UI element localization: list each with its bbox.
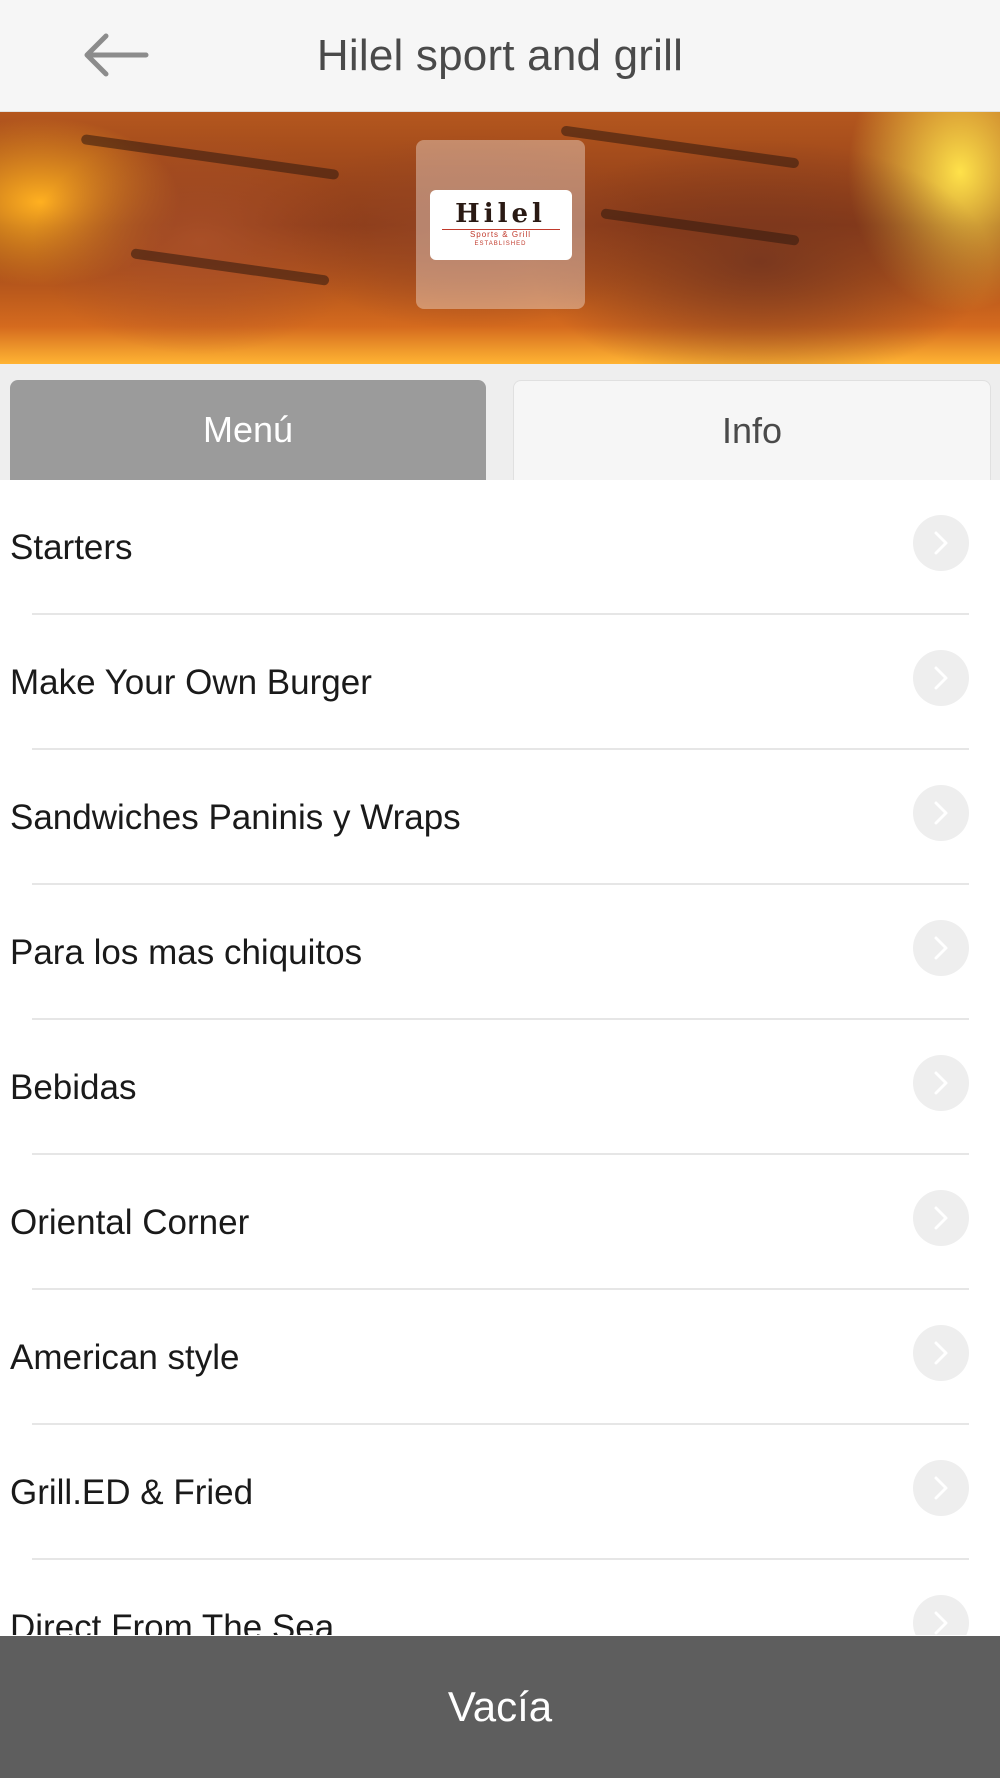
list-item-para-los-mas-chiquitos[interactable]: Para los mas chiquitos [0,885,1000,1020]
logo-subtitle-2: ESTABLISHED [474,241,527,247]
cart-button[interactable]: Vacía [0,1636,1000,1778]
chevron-right-icon [913,515,969,571]
logo-name: Hilel [455,199,546,229]
chevron-right-icon [913,1190,969,1246]
list-item-label: American style [10,1338,240,1377]
chevron-right-icon [913,1055,969,1111]
tab-info[interactable]: Info [513,380,991,480]
list-item-grilled-and-fried[interactable]: Grill.ED & Fried [0,1425,1000,1560]
chevron-right-icon [913,920,969,976]
list-item-direct-from-the-sea[interactable]: Direct From The Sea [0,1560,1000,1635]
grill-mark [130,248,330,286]
chevron-right-icon [913,785,969,841]
restaurant-logo: Hilel Sports & Grill ESTABLISHED [416,140,585,309]
logo-subtitle: Sports & Grill [469,230,532,239]
menu-category-list[interactable]: Starters Make Your Own Burger Sandwiches… [0,480,1000,1635]
list-item-label: Oriental Corner [10,1203,250,1242]
list-item-oriental-corner[interactable]: Oriental Corner [0,1155,1000,1290]
top-app-bar: Hilel sport and grill [0,0,1000,112]
grill-mark [560,125,800,169]
page-title: Hilel sport and grill [316,31,684,80]
logo-plate: Hilel Sports & Grill ESTABLISHED [429,189,572,260]
list-item-label: Grill.ED & Fried [10,1473,254,1512]
chevron-right-icon [913,650,969,706]
list-item-label: Starters [10,528,133,567]
hero-banner: Hilel Sports & Grill ESTABLISHED [0,112,1000,364]
list-item-bebidas[interactable]: Bebidas [0,1020,1000,1155]
back-button[interactable] [70,22,160,88]
list-item-american-style[interactable]: American style [0,1290,1000,1425]
list-item-label: Para los mas chiquitos [10,933,363,972]
tab-bar: Menú Info [0,364,1000,480]
chevron-right-icon [913,1325,969,1381]
grill-mark [600,208,800,246]
list-item-label: Bebidas [10,1068,137,1107]
list-item-make-your-own-burger[interactable]: Make Your Own Burger [0,615,1000,750]
list-item-label: Sandwiches Paninis y Wraps [10,798,461,837]
chevron-right-icon [913,1595,969,1635]
chevron-right-icon [913,1460,969,1516]
grill-mark [80,133,340,181]
list-item-label: Make Your Own Burger [10,663,372,702]
arrow-left-icon [84,33,149,77]
tab-menu[interactable]: Menú [10,380,486,480]
list-item-sandwiches[interactable]: Sandwiches Paninis y Wraps [0,750,1000,885]
list-item-label: Direct From The Sea [10,1608,335,1635]
list-item-starters[interactable]: Starters [0,480,1000,615]
